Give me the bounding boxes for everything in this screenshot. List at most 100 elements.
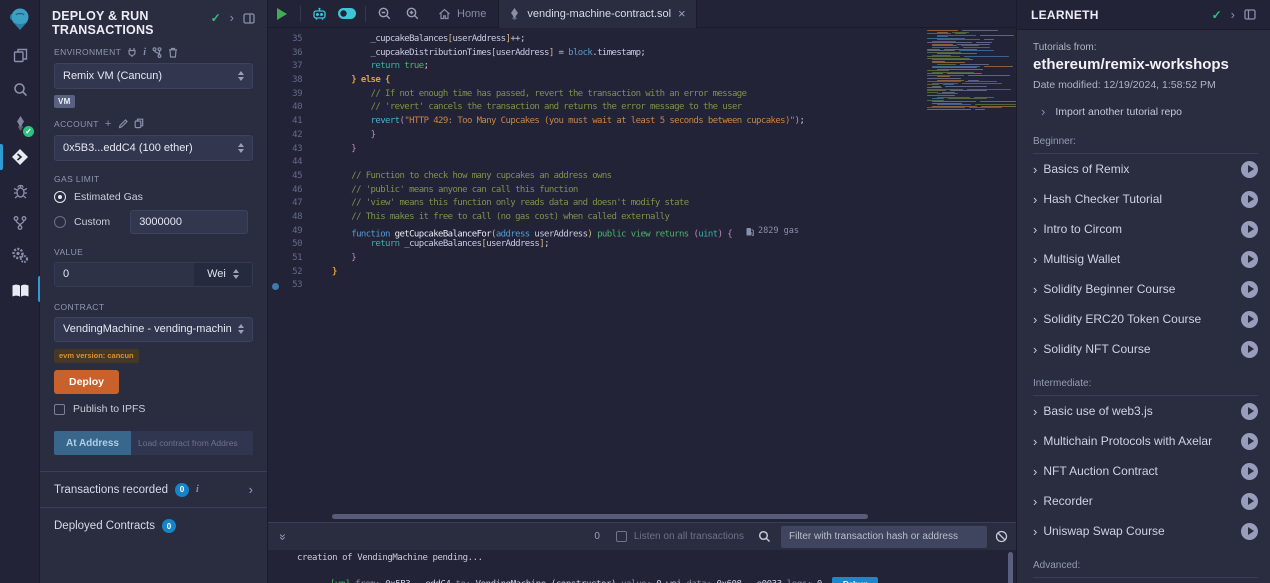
custom-gas-option[interactable]: Custom 3000000 xyxy=(54,210,253,234)
panel-chevron-right-icon[interactable]: › xyxy=(230,13,234,23)
transactions-recorded-section[interactable]: Transactions recorded 0 i › xyxy=(40,471,267,507)
line-number[interactable]: 44 xyxy=(268,156,308,170)
panel-layout-icon[interactable] xyxy=(1244,9,1256,20)
play-circle-icon[interactable] xyxy=(1241,433,1258,450)
contract-select[interactable]: VendingMachine - vending-machin xyxy=(54,317,253,342)
deploy-button[interactable]: Deploy xyxy=(54,370,119,394)
debug-button[interactable]: Debug xyxy=(832,577,878,583)
code-editor[interactable]: 35363738394041424344454647484950515253 _… xyxy=(268,28,1016,522)
tutorial-item[interactable]: ›Solidity ERC20 Token Course xyxy=(1033,304,1258,334)
code-line[interactable] xyxy=(332,279,921,293)
search-icon[interactable] xyxy=(0,72,40,106)
play-circle-icon[interactable] xyxy=(1241,221,1258,238)
minimap[interactable] xyxy=(925,30,1011,510)
line-number[interactable]: 42 xyxy=(268,129,308,143)
debugger-icon[interactable] xyxy=(0,174,40,208)
terminal-scrollbar[interactable] xyxy=(1008,552,1013,583)
play-circle-icon[interactable] xyxy=(1241,523,1258,540)
trash-icon[interactable] xyxy=(168,47,178,58)
clear-console-icon[interactable] xyxy=(995,530,1008,543)
checkbox-icon[interactable] xyxy=(54,404,65,415)
line-number[interactable]: 50 xyxy=(268,238,308,252)
line-number[interactable]: 43 xyxy=(268,143,308,157)
tutorial-item[interactable]: ›Multisig Wallet xyxy=(1033,244,1258,274)
git-icon[interactable] xyxy=(0,208,40,238)
line-number[interactable]: 45 xyxy=(268,170,308,184)
line-number[interactable]: 37 xyxy=(268,60,308,74)
tutorial-item[interactable]: ›Intro to Circom xyxy=(1033,214,1258,244)
deploy-run-icon[interactable] xyxy=(0,140,40,174)
terminal-log-line2[interactable]: [vm] from: 0x5B3...eddC4 to: VendingMach… xyxy=(330,577,878,583)
tutorial-item[interactable]: ›Uniswap Swap Course xyxy=(1033,516,1258,546)
line-number[interactable]: 40 xyxy=(268,101,308,115)
line-number[interactable]: 53 xyxy=(268,279,308,293)
close-tab-icon[interactable]: × xyxy=(678,9,686,19)
tutorial-item[interactable]: ›Basics of Remix xyxy=(1033,154,1258,184)
code-line[interactable]: } xyxy=(332,143,921,157)
environment-select[interactable]: Remix VM (Cancun) xyxy=(54,63,253,89)
tutorial-item[interactable]: ›Recorder xyxy=(1033,486,1258,516)
play-circle-icon[interactable] xyxy=(1241,463,1258,480)
terminal-search-icon[interactable] xyxy=(758,530,771,543)
custom-gas-input[interactable]: 3000000 xyxy=(130,210,248,234)
at-address-button[interactable]: At Address xyxy=(54,431,131,455)
copilot-toggle-icon[interactable] xyxy=(333,0,361,28)
tutorial-item[interactable]: ›Hash Checker Tutorial xyxy=(1033,184,1258,214)
terminal-output[interactable]: creation of VendingMachine pending... [v… xyxy=(268,550,1016,583)
solidity-compiler-icon[interactable]: ✓ xyxy=(0,106,40,140)
play-circle-icon[interactable] xyxy=(1241,191,1258,208)
code-line[interactable]: _cupcakeDistributionTimes[userAddress] =… xyxy=(332,47,921,61)
home-tab[interactable]: Home xyxy=(426,0,498,28)
breakpoint-icon[interactable] xyxy=(272,283,279,290)
play-circle-icon[interactable] xyxy=(1241,403,1258,420)
code-line[interactable]: // Function to check how many cupcakes a… xyxy=(332,170,921,184)
estimated-gas-option[interactable]: Estimated Gas xyxy=(54,191,253,203)
code-line[interactable]: _cupcakeBalances[userAddress]++; xyxy=(332,33,921,47)
play-circle-icon[interactable] xyxy=(1241,311,1258,328)
file-explorer-icon[interactable] xyxy=(0,38,40,72)
copy-icon[interactable] xyxy=(134,118,144,129)
tutorial-item[interactable]: ›All about Proxy Contracts xyxy=(1033,578,1258,583)
zoom-in-icon[interactable] xyxy=(398,0,426,28)
checkbox-icon[interactable] xyxy=(616,531,627,542)
line-number[interactable]: 52 xyxy=(268,266,308,280)
radio-selected-icon[interactable] xyxy=(54,191,66,203)
listen-all-transactions-option[interactable]: Listen on all transactions xyxy=(616,531,744,542)
code-line[interactable]: return _cupcakeBalances[userAddress]; xyxy=(332,238,921,252)
code-line[interactable]: // 'public' means anyone can call this f… xyxy=(332,184,921,198)
tutorial-item[interactable]: ›Basic use of web3.js xyxy=(1033,396,1258,426)
settings-icon[interactable] xyxy=(0,238,40,272)
ai-copilot-icon[interactable] xyxy=(305,0,333,28)
panel-chevron-right-icon[interactable]: › xyxy=(1231,10,1235,20)
transactions-info-icon[interactable]: i xyxy=(196,484,199,495)
at-address-input[interactable]: Load contract from Addres xyxy=(131,431,253,455)
line-number[interactable]: 46 xyxy=(268,184,308,198)
line-number[interactable]: 38 xyxy=(268,74,308,88)
fork-icon[interactable] xyxy=(152,47,162,58)
value-unit-select[interactable]: Wei xyxy=(194,263,252,286)
code-line[interactable]: // 'revert' cancels the transaction and … xyxy=(332,101,921,115)
code-line[interactable]: } xyxy=(332,129,921,143)
tutorial-item[interactable]: ›NFT Auction Contract xyxy=(1033,456,1258,486)
editor-gutter[interactable]: 35363738394041424344454647484950515253 xyxy=(268,33,308,293)
zoom-out-icon[interactable] xyxy=(370,0,398,28)
line-number[interactable]: 49 xyxy=(268,225,308,239)
play-circle-icon[interactable] xyxy=(1241,281,1258,298)
terminal-collapse-icon[interactable]: » xyxy=(276,530,290,544)
code-line[interactable]: // If not enough time has passed, revert… xyxy=(332,88,921,102)
deployed-contracts-section[interactable]: Deployed Contracts 0 xyxy=(40,507,267,544)
value-input[interactable]: 0 xyxy=(55,263,194,286)
horizontal-scrollbar[interactable] xyxy=(332,514,868,519)
code-line[interactable] xyxy=(332,156,921,170)
code-line[interactable]: revert("HTTP 429: Too Many Cupcakes (you… xyxy=(332,115,921,129)
play-circle-icon[interactable] xyxy=(1241,251,1258,268)
publish-ipfs-option[interactable]: Publish to IPFS xyxy=(54,403,253,415)
code-lines[interactable]: _cupcakeBalances[userAddress]++; _cupcak… xyxy=(332,33,921,293)
code-line[interactable]: // This makes it free to call (no gas co… xyxy=(332,211,921,225)
code-line[interactable]: } else { xyxy=(332,74,921,88)
import-tutorial-repo[interactable]: › Import another tutorial repo xyxy=(1017,106,1270,118)
line-number[interactable]: 48 xyxy=(268,211,308,225)
run-script-button[interactable] xyxy=(268,0,296,28)
code-line[interactable]: } xyxy=(332,252,921,266)
line-number[interactable]: 35 xyxy=(268,33,308,47)
